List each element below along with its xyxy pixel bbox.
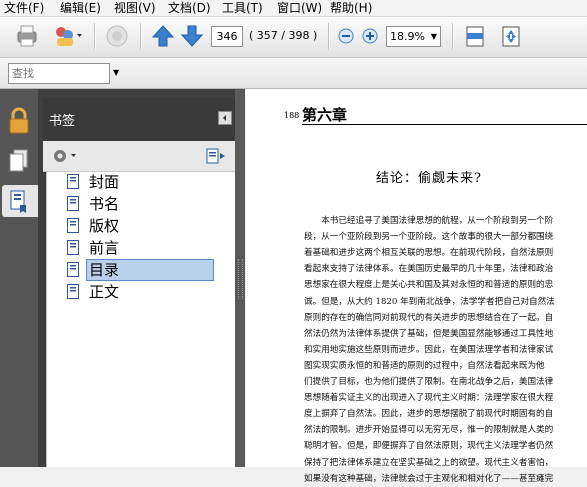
header-rule — [302, 124, 587, 125]
find-input[interactable] — [8, 63, 110, 84]
tool-button-disabled[interactable] — [102, 21, 132, 51]
menu-view[interactable]: 视图(V) — [114, 0, 156, 16]
text-line: 聪明才智。但是，即便摒弃了自然法原则，现代主义法理学者仍然 — [304, 441, 554, 452]
bookmark-label: 封面 — [89, 173, 120, 191]
text-line: 和实用地实施这些原则而进步。因此，在美国法理学者和法律家试 — [304, 344, 554, 355]
toolbar-separator — [328, 23, 330, 49]
toolbar: 346 ( 357 / 398 ) 18.9% ▼ — [0, 17, 587, 58]
bookmark-page-icon — [67, 240, 79, 255]
chapter-heading: 第六章 — [302, 106, 348, 124]
bookmark-page-icon — [67, 284, 79, 299]
printer-icon — [17, 25, 37, 47]
text-line: 段，从一个亚阶段到另一个亚阶段。这个故事的很大一部分都围绕 — [304, 232, 554, 243]
bookmark-label: 书名 — [89, 195, 120, 213]
fit-page-icon — [502, 26, 520, 47]
text-line: 然法的限制。进步开始显得可以无穷无尽，惟一的限制就是人类的 — [304, 425, 554, 436]
menu-tools[interactable]: 工具(T) — [222, 0, 263, 16]
bookmark-page-icon — [67, 174, 79, 189]
bookmark-icon — [10, 190, 26, 213]
bookmarks-toolbar — [43, 141, 238, 172]
bookmark-label: 目录 — [86, 259, 214, 281]
bookmarks-header: 书签 — [43, 98, 238, 140]
page-number-input[interactable]: 346 — [211, 26, 243, 47]
page-number: 188 — [284, 111, 300, 120]
chevron-left-icon — [223, 115, 226, 121]
text-line: 着基础和进步这两个相互关联的思想。在前现代阶段，自然法原则 — [304, 248, 554, 259]
find-toolbar: ▼ — [0, 58, 587, 89]
page-count-label: ( 357 / 398 ) — [249, 29, 318, 42]
toolbar-separator — [94, 23, 96, 49]
bookmark-expand-icon — [206, 148, 225, 164]
bookmark-page-icon — [67, 218, 79, 233]
next-page-button[interactable] — [179, 21, 205, 51]
text-line: 图实现实质永恒的和普适的原则的过程中，自然法看起来既为他 — [304, 360, 545, 371]
previous-page-button[interactable] — [150, 21, 176, 51]
text-line: 诚。但是，从大约 1820 年到南北战争，法学学者把自己对自然法 — [304, 296, 555, 307]
bookmark-page-icon — [67, 262, 79, 277]
gear-icon — [54, 150, 76, 162]
bookmark-label: 前言 — [89, 239, 120, 257]
share-button[interactable] — [50, 21, 84, 51]
navigation-strip — [0, 89, 38, 467]
menu-document[interactable]: 文档(D) — [168, 0, 211, 16]
text-line: 保持了把法律体系建立在坚实基础之上的欲望。现代主义者害怕， — [304, 457, 554, 468]
fit-width-button[interactable] — [462, 21, 488, 51]
text-line: 原则的存在的确信同对前现代的有关进步的思想结合在了一起。自 — [304, 312, 554, 323]
menu-edit[interactable]: 编辑(E) — [60, 0, 101, 16]
text-line: 如果没有这种基础，法律就会过于主观化和相对化了——甚至瘫完 — [304, 473, 554, 484]
menu-file[interactable]: 文件(F) — [4, 0, 44, 16]
chevron-down-icon: ▼ — [430, 32, 437, 41]
arrow-down-icon — [180, 25, 204, 47]
fit-width-icon — [466, 26, 484, 47]
zoom-in-icon — [362, 28, 378, 44]
text-line: 本书已经追寻了美国法律思想的航程，从一个阶段到另一个阶 — [304, 216, 554, 226]
menu-bar: 文件(F) 编辑(E) 视图(V) 文档(D) 工具(T) 窗口(W) 帮助(H… — [0, 0, 587, 17]
bookmarks-list: 封面 书名 版权 前言 目录 正文 — [46, 172, 235, 467]
splitter-grip — [238, 259, 243, 299]
panel-splitter[interactable] — [235, 89, 245, 467]
text-line: 看起来支持了法律体系。在美国历史最早的几十年里，法律和政治 — [304, 264, 554, 275]
zoom-out-button[interactable] — [336, 21, 356, 51]
hand-icon — [106, 25, 128, 47]
document-page: 188 第六章 结论：偷觑未来? 本书已经追寻了美国法律思想的航程，从一个阶段到… — [246, 89, 587, 484]
zoom-in-button[interactable] — [360, 21, 380, 51]
collapse-panel-button[interactable] — [218, 111, 232, 125]
bookmarks-tab-button[interactable] — [2, 185, 38, 217]
pages-button[interactable] — [4, 145, 34, 177]
bookmark-options-button[interactable] — [51, 146, 79, 166]
chevron-down-icon — [77, 34, 82, 37]
toolbar-separator — [140, 23, 142, 49]
find-options-chevron-icon[interactable]: ▼ — [113, 68, 119, 77]
text-line: 思想家在很大程度上是关心共和国及其对永恒的和普适的原则的忠 — [304, 280, 554, 291]
bookmark-page-icon — [67, 196, 79, 211]
text-line: 度上摒弃了自然法。因此，进步的思想摆脱了前现代时期固有的自 — [304, 409, 554, 420]
print-button[interactable] — [12, 21, 42, 51]
toolbar-separator — [452, 23, 454, 49]
menu-help[interactable]: 帮助(H) — [330, 0, 372, 16]
zoom-level-value: 18.9% — [390, 30, 425, 43]
security-button[interactable] — [4, 105, 34, 137]
text-line: 们提供了目标，也为他们提供了限制。在南北战争之后，美国法律 — [304, 377, 554, 387]
arrow-up-icon — [151, 25, 175, 47]
text-line: 思想随着实证主义的出现进入了现代主义时期：法理学家在很大程 — [304, 393, 554, 404]
text-line: 然法仍然为法律体系提供了基础，但是美国显然能够通过工具性地 — [304, 328, 554, 339]
bookmarks-title: 书签 — [49, 114, 76, 129]
zoom-out-icon — [338, 28, 354, 44]
fit-page-button[interactable] — [498, 21, 524, 51]
menu-window[interactable]: 窗口(W) — [277, 0, 322, 16]
zoom-level-select[interactable]: 18.9% ▼ — [386, 26, 441, 47]
bookmark-label: 版权 — [89, 217, 120, 235]
expand-bookmark-button[interactable] — [205, 146, 229, 166]
lock-icon — [9, 107, 29, 134]
people-icon — [56, 27, 82, 46]
section-title: 结论：偷觑未来? — [376, 171, 482, 186]
bookmark-label: 正文 — [89, 283, 120, 301]
pages-icon — [9, 149, 28, 172]
